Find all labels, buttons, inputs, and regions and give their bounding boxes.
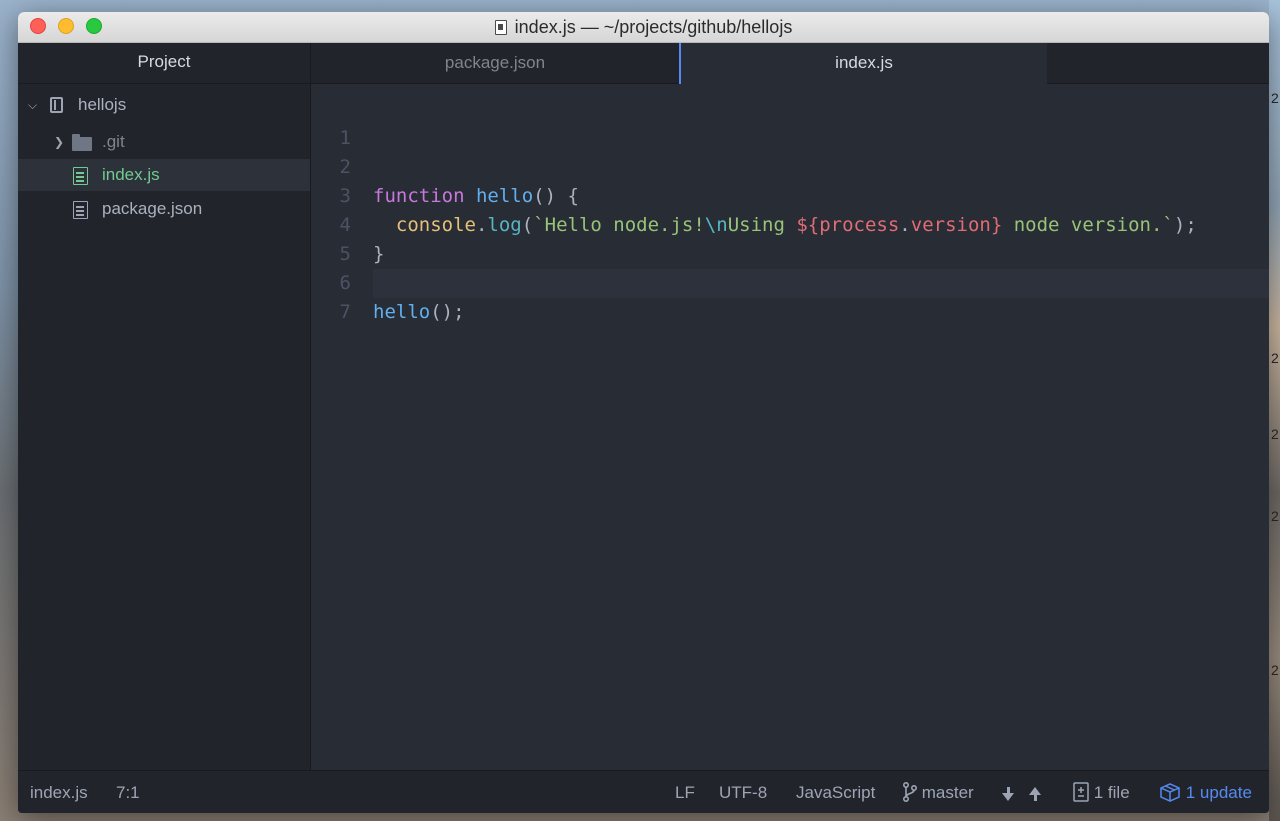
tab-package-json[interactable]: package.json — [311, 43, 680, 83]
code-line[interactable]: 6 hello(); — [311, 240, 1269, 323]
desktop-digit: 2 — [1271, 350, 1279, 366]
git-branch-icon — [902, 781, 918, 803]
file-text-icon — [73, 201, 88, 219]
file-text-icon — [73, 167, 88, 185]
tree-item-label: package.json — [102, 199, 203, 218]
chevron-right-icon[interactable]: ❯ — [54, 126, 64, 158]
status-branch[interactable]: master — [902, 771, 974, 813]
status-updates-label: 1 update — [1185, 783, 1252, 802]
tree-item-index-js[interactable]: index.js — [18, 159, 310, 191]
tree-item-label: index.js — [102, 165, 160, 184]
tab-index-js[interactable]: index.js — [679, 43, 1047, 84]
desktop-digit: 2 — [1271, 426, 1279, 442]
code-editor[interactable]: 1 2 function hello() { 3 console.log(`He… — [311, 84, 1269, 770]
code-line[interactable]: 3 console.log(`Hello node.js!\nUsing ${p… — [311, 153, 1269, 236]
git-push-button[interactable] — [1029, 771, 1041, 813]
status-updates[interactable]: 1 update — [1159, 771, 1252, 813]
editor-window: index.js — ~/projects/github/hellojs Pro… — [18, 12, 1269, 813]
chevron-down-icon[interactable]: ⌵ — [28, 89, 37, 121]
package-icon — [1160, 783, 1180, 802]
arrow-up-icon — [1029, 786, 1041, 801]
code-line[interactable]: 4 } — [311, 182, 1269, 265]
tree-root-hellojs[interactable]: ⌵ hellojs — [18, 89, 310, 121]
window-title-text: index.js — ~/projects/github/hellojs — [514, 17, 793, 37]
arrow-down-icon — [1002, 786, 1014, 801]
code-line[interactable]: 7 — [311, 269, 1269, 323]
status-line-ending[interactable]: LF — [675, 771, 695, 813]
code-line[interactable]: 1 — [311, 95, 1269, 149]
status-encoding[interactable]: UTF-8 — [719, 771, 767, 813]
code-text: hello(); — [373, 298, 465, 327]
tree-item-label: .git — [102, 132, 125, 151]
status-branch-label: master — [921, 783, 974, 802]
desktop-background — [1269, 0, 1280, 821]
status-grammar[interactable]: JavaScript — [796, 771, 875, 813]
code-line[interactable]: 5 — [311, 211, 1269, 265]
diff-file-icon — [1073, 782, 1089, 802]
line-number: 7 — [339, 301, 351, 323]
project-header: Project — [18, 43, 310, 84]
status-file-name[interactable]: index.js — [30, 771, 88, 813]
token-function: hello — [373, 301, 431, 323]
desktop-digit: 2 — [1271, 508, 1279, 524]
status-changed-files[interactable]: 1 file — [1073, 771, 1130, 813]
title-bar[interactable]: index.js — ~/projects/github/hellojs — [18, 12, 1269, 43]
git-fetch-button[interactable] — [1002, 771, 1014, 813]
status-changed-files-label: 1 file — [1093, 783, 1130, 802]
document-icon — [494, 20, 507, 35]
tree-root-label: hellojs — [78, 95, 127, 114]
project-tree: Project ⌵ hellojs ❯ .git index.js packag… — [18, 43, 311, 770]
token-punctuation: (); — [430, 301, 465, 323]
code-line[interactable]: 2 function hello() { — [311, 124, 1269, 207]
status-cursor-position[interactable]: 7:1 — [116, 771, 140, 813]
status-bar: index.js 7:1 LF UTF-8 JavaScript master … — [18, 770, 1269, 813]
window-title: index.js — ~/projects/github/hellojs — [18, 12, 1269, 42]
desktop-digit: 2 — [1271, 662, 1279, 678]
repo-icon — [50, 97, 63, 113]
desktop-digit: 2 — [1271, 90, 1279, 106]
folder-icon — [72, 134, 92, 151]
tree-item-git[interactable]: ❯ .git — [18, 126, 310, 158]
tab-bar: package.json index.js — [311, 43, 1269, 84]
tree-item-package-json[interactable]: package.json — [18, 193, 310, 225]
